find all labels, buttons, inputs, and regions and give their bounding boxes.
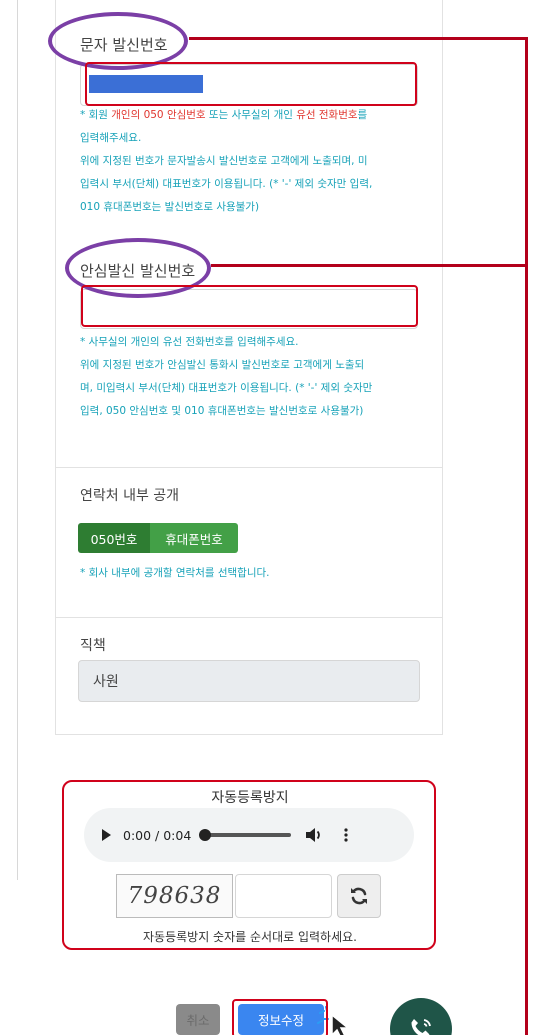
option-mobile-button[interactable]: 휴대폰번호 bbox=[150, 523, 238, 553]
position-label: 직책 bbox=[80, 638, 106, 654]
phone-icon bbox=[411, 1019, 431, 1035]
annotation-connector-line bbox=[189, 37, 528, 40]
annotation-highlight-box bbox=[62, 780, 436, 950]
option-050-button[interactable]: 050번호 bbox=[78, 523, 150, 553]
contact-visibility-toggle: 050번호 휴대폰번호 bbox=[78, 523, 238, 553]
annotation-connector-line bbox=[525, 37, 528, 1035]
annotation-highlight-box bbox=[81, 285, 418, 327]
cancel-button[interactable]: 취소 bbox=[176, 1004, 220, 1035]
safe-call-number-help: * 사무실의 개인의 유선 전화번호를 입력해주세요. 위에 지정된 번호가 안… bbox=[80, 336, 373, 417]
position-field: 사원 bbox=[78, 660, 420, 702]
sender-number-help: * 회원 개인의 050 안심번호 또는 사무실의 개인 유선 전화번호를 입력… bbox=[80, 109, 373, 213]
contact-visibility-help: * 회사 내부에 공개할 연락처를 선택합니다. bbox=[80, 567, 270, 579]
annotation-highlight-box bbox=[85, 62, 417, 106]
section-divider bbox=[56, 467, 442, 468]
section-divider bbox=[56, 617, 442, 618]
annotation-highlight-box bbox=[232, 999, 328, 1035]
contact-visibility-label: 연락처 내부 공개 bbox=[80, 488, 180, 504]
left-panel-border bbox=[0, 0, 18, 880]
call-button[interactable] bbox=[390, 998, 452, 1035]
annotation-connector-line bbox=[211, 264, 528, 267]
